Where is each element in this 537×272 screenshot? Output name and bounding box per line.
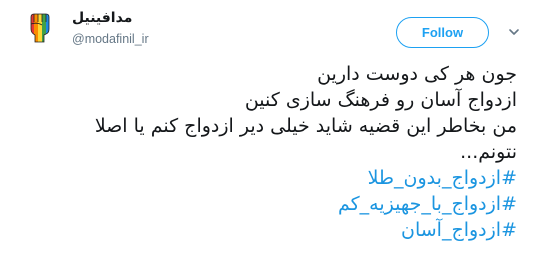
author-handle[interactable]: @modafinil_ir — [72, 32, 149, 46]
chevron-down-icon[interactable] — [508, 26, 520, 38]
avatar[interactable] — [20, 9, 58, 47]
hashtag-link[interactable]: #ازدواج_با_جهیزیه_کم — [17, 191, 517, 217]
tweet-line: نتونم... — [460, 141, 517, 163]
follow-button[interactable]: Follow — [396, 17, 489, 48]
tweet-line: من بخاطر این قضیه شاید خیلی دیر ازدواج ک… — [94, 115, 517, 137]
hashtag-link[interactable]: #ازدواج_آسان — [17, 217, 517, 243]
author-display-name[interactable]: مدافینیل — [72, 10, 132, 26]
tweet-line: جون هر کی دوست دارین — [317, 63, 517, 85]
tweet-card: مدافینیل @modafinil_ir Follow جون هر کی … — [0, 0, 537, 272]
tweet-text: جون هر کی دوست دارین ازدواج آسان رو فرهن… — [17, 61, 517, 243]
raised-fist-icon — [30, 13, 50, 43]
tweet-line: ازدواج آسان رو فرهنگ سازی کنین — [244, 89, 517, 111]
hashtag-link[interactable]: #ازدواج_بدون_طلا — [17, 165, 517, 191]
